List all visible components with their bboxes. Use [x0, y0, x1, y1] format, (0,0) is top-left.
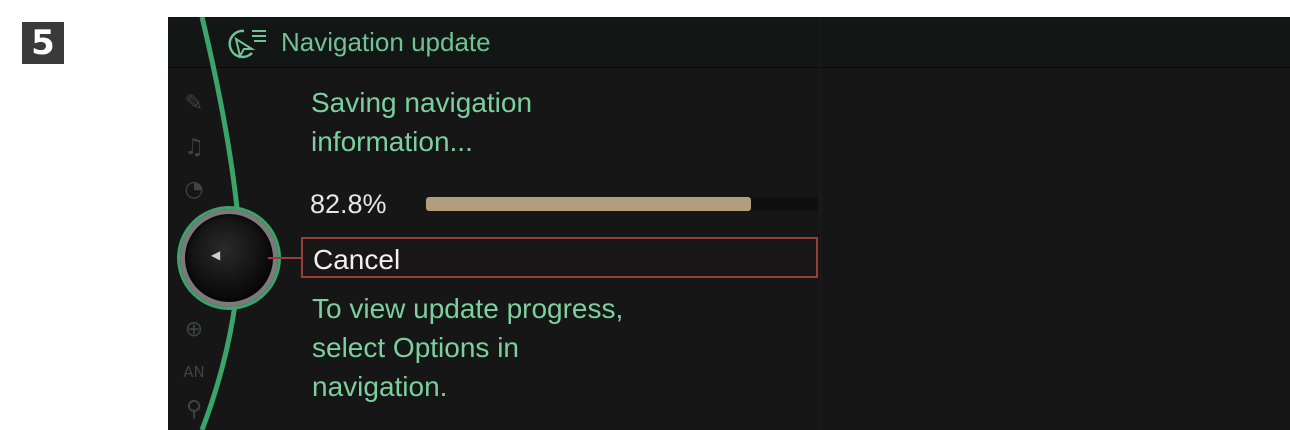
- left-arrow-icon: ◀: [211, 248, 221, 262]
- focus-connector: [268, 257, 302, 259]
- idrive-controller-icon[interactable]: ◀: [180, 209, 278, 307]
- status-message-line-1: Saving navigation: [311, 87, 533, 118]
- status-message: Saving navigation information...: [311, 83, 791, 161]
- idrive-screen: Navigation update ✎ ♫ ◔ ⊕ AN ⚲ ◀ Saving …: [168, 17, 1290, 430]
- progress-bar: [426, 197, 818, 211]
- status-message-line-2: information...: [311, 126, 473, 157]
- panel-divider: [820, 17, 821, 430]
- cancel-button[interactable]: Cancel: [301, 237, 818, 278]
- hint-line-2: select Options in: [312, 332, 519, 363]
- page-title: Navigation update: [281, 27, 491, 57]
- progress-bar-fill: [426, 197, 751, 211]
- step-number-badge: 5: [22, 22, 64, 64]
- hint-line-3: navigation.: [312, 371, 448, 402]
- hint-line-1: To view update progress,: [312, 293, 624, 324]
- cancel-button-label: Cancel: [313, 244, 401, 275]
- header-bar: Navigation update: [168, 17, 1290, 68]
- hint-text: To view update progress, select Options …: [312, 289, 792, 406]
- progress-percent: 82.8%: [310, 189, 387, 219]
